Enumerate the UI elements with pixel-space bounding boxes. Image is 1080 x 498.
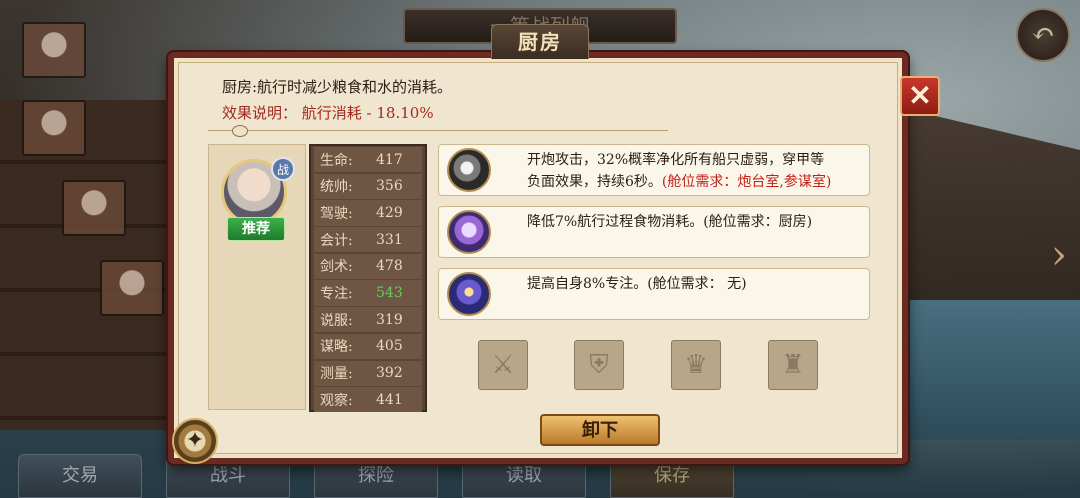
cup-slot-icon[interactable]: ♜ — [768, 340, 818, 390]
trophy-slot-icon[interactable]: ♛ — [671, 340, 721, 390]
stat-row: 会计: 331 — [314, 227, 422, 253]
cannon-icon[interactable] — [447, 148, 491, 192]
skill-requirement: (舱位需求：炮台室,参谋室) — [661, 174, 832, 190]
cabin-character[interactable] — [22, 100, 86, 156]
stat-row: 专注: 543 — [314, 280, 422, 306]
divider — [208, 130, 668, 131]
compass-star-icon: ✦ — [185, 428, 205, 453]
food-icon[interactable] — [447, 210, 491, 254]
skill-description: 降低7%航行过程食物消耗。(舱位需求：厨房) — [527, 214, 813, 230]
stat-label: 剑术: — [320, 259, 353, 276]
skill-card[interactable]: 提高自身8%专注。(舱位需求： 无) — [438, 268, 870, 320]
stat-label: 测量: — [320, 366, 353, 383]
stat-label: 专注: — [320, 286, 353, 303]
unload-button[interactable]: 卸下 — [540, 414, 660, 446]
skill-description: 开炮攻击，32%概率净化所有船只虚弱，穿甲等 负面效果，持续6秒。(舱位需求：炮… — [527, 149, 863, 193]
stat-label: 生命: — [320, 152, 353, 169]
stat-value: 392 — [376, 365, 403, 382]
tab-trade[interactable]: 交易 — [18, 454, 142, 498]
stat-label: 谋略: — [320, 339, 353, 356]
stat-row: 生命: 417 — [314, 147, 422, 173]
skill-card[interactable]: 降低7%航行过程食物消耗。(舱位需求：厨房) — [438, 206, 870, 258]
stat-value: 441 — [376, 391, 403, 408]
cabin-character[interactable] — [22, 22, 86, 78]
back-arrow-icon[interactable]: ↶ — [1016, 8, 1070, 62]
skill-description: 提高自身8%专注。(舱位需求： 无) — [527, 276, 747, 292]
stat-value: 417 — [376, 151, 403, 168]
skill-line: 开炮攻击，32%概率净化所有船只虚弱，穿甲等 — [527, 152, 825, 168]
stat-value: 429 — [376, 204, 403, 221]
stat-row: 说服: 319 — [314, 307, 422, 333]
close-button[interactable]: ✕ — [900, 76, 940, 116]
recommend-badge: 推荐 — [227, 217, 285, 241]
armor-slot-icon[interactable]: ⛨ — [574, 340, 624, 390]
character-panel[interactable]: 战 推荐 — [208, 144, 306, 410]
stat-label: 驾驶: — [320, 205, 353, 222]
skill-card[interactable]: 开炮攻击，32%概率净化所有船只虚弱，穿甲等 负面效果，持续6秒。(舱位需求：炮… — [438, 144, 870, 196]
stat-label: 会计: — [320, 232, 353, 249]
stat-label: 观察: — [320, 392, 353, 409]
stat-value: 319 — [376, 311, 403, 328]
stat-row: 统帅: 356 — [314, 173, 422, 199]
stat-label: 统帅: — [320, 179, 353, 196]
stat-row: 测量: 392 — [314, 360, 422, 386]
stat-row: 观察: 441 — [314, 387, 422, 413]
stat-label: 说服: — [320, 312, 353, 329]
stats-table: 生命: 417 统帅: 356 驾驶: 429 会计: 331 剑术: 478 专注: 54… — [309, 144, 427, 413]
skill-text-part: 负面效果，持续6秒。 — [527, 174, 662, 190]
dialog-title: 厨房 — [491, 24, 589, 59]
stat-value: 356 — [376, 178, 403, 195]
stat-row: 谋略: 405 — [314, 333, 422, 359]
cabin-character[interactable] — [100, 260, 164, 316]
battle-badge: 战 — [271, 157, 295, 181]
chevron-right-icon[interactable]: › — [1044, 230, 1074, 280]
cabin-detail-dialog: 厨房 ✕ 厨房:航行时减少粮食和水的消耗。 效果说明： 航行消耗 - 18.10… — [168, 24, 940, 464]
cabin-description: 厨房:航行时减少粮食和水的消耗。 — [222, 78, 453, 96]
sea — [910, 300, 1080, 440]
stat-value-highlight: 543 — [376, 285, 403, 302]
stat-value: 405 — [376, 338, 403, 355]
compass-icon[interactable]: ✦ — [172, 418, 218, 464]
effect-description: 效果说明： 航行消耗 - 18.10% — [222, 104, 434, 122]
stat-value: 331 — [376, 231, 403, 248]
skill-line: 负面效果，持续6秒。(舱位需求：炮台室,参谋室) — [527, 171, 863, 193]
stat-row: 驾驶: 429 — [314, 200, 422, 226]
divider-ornament-icon — [232, 125, 248, 137]
cabin-character[interactable] — [62, 180, 126, 236]
stat-value: 478 — [376, 258, 403, 275]
stat-row: 剑术: 478 — [314, 253, 422, 279]
focus-icon[interactable] — [447, 272, 491, 316]
sword-slot-icon[interactable]: ⚔ — [478, 340, 528, 390]
